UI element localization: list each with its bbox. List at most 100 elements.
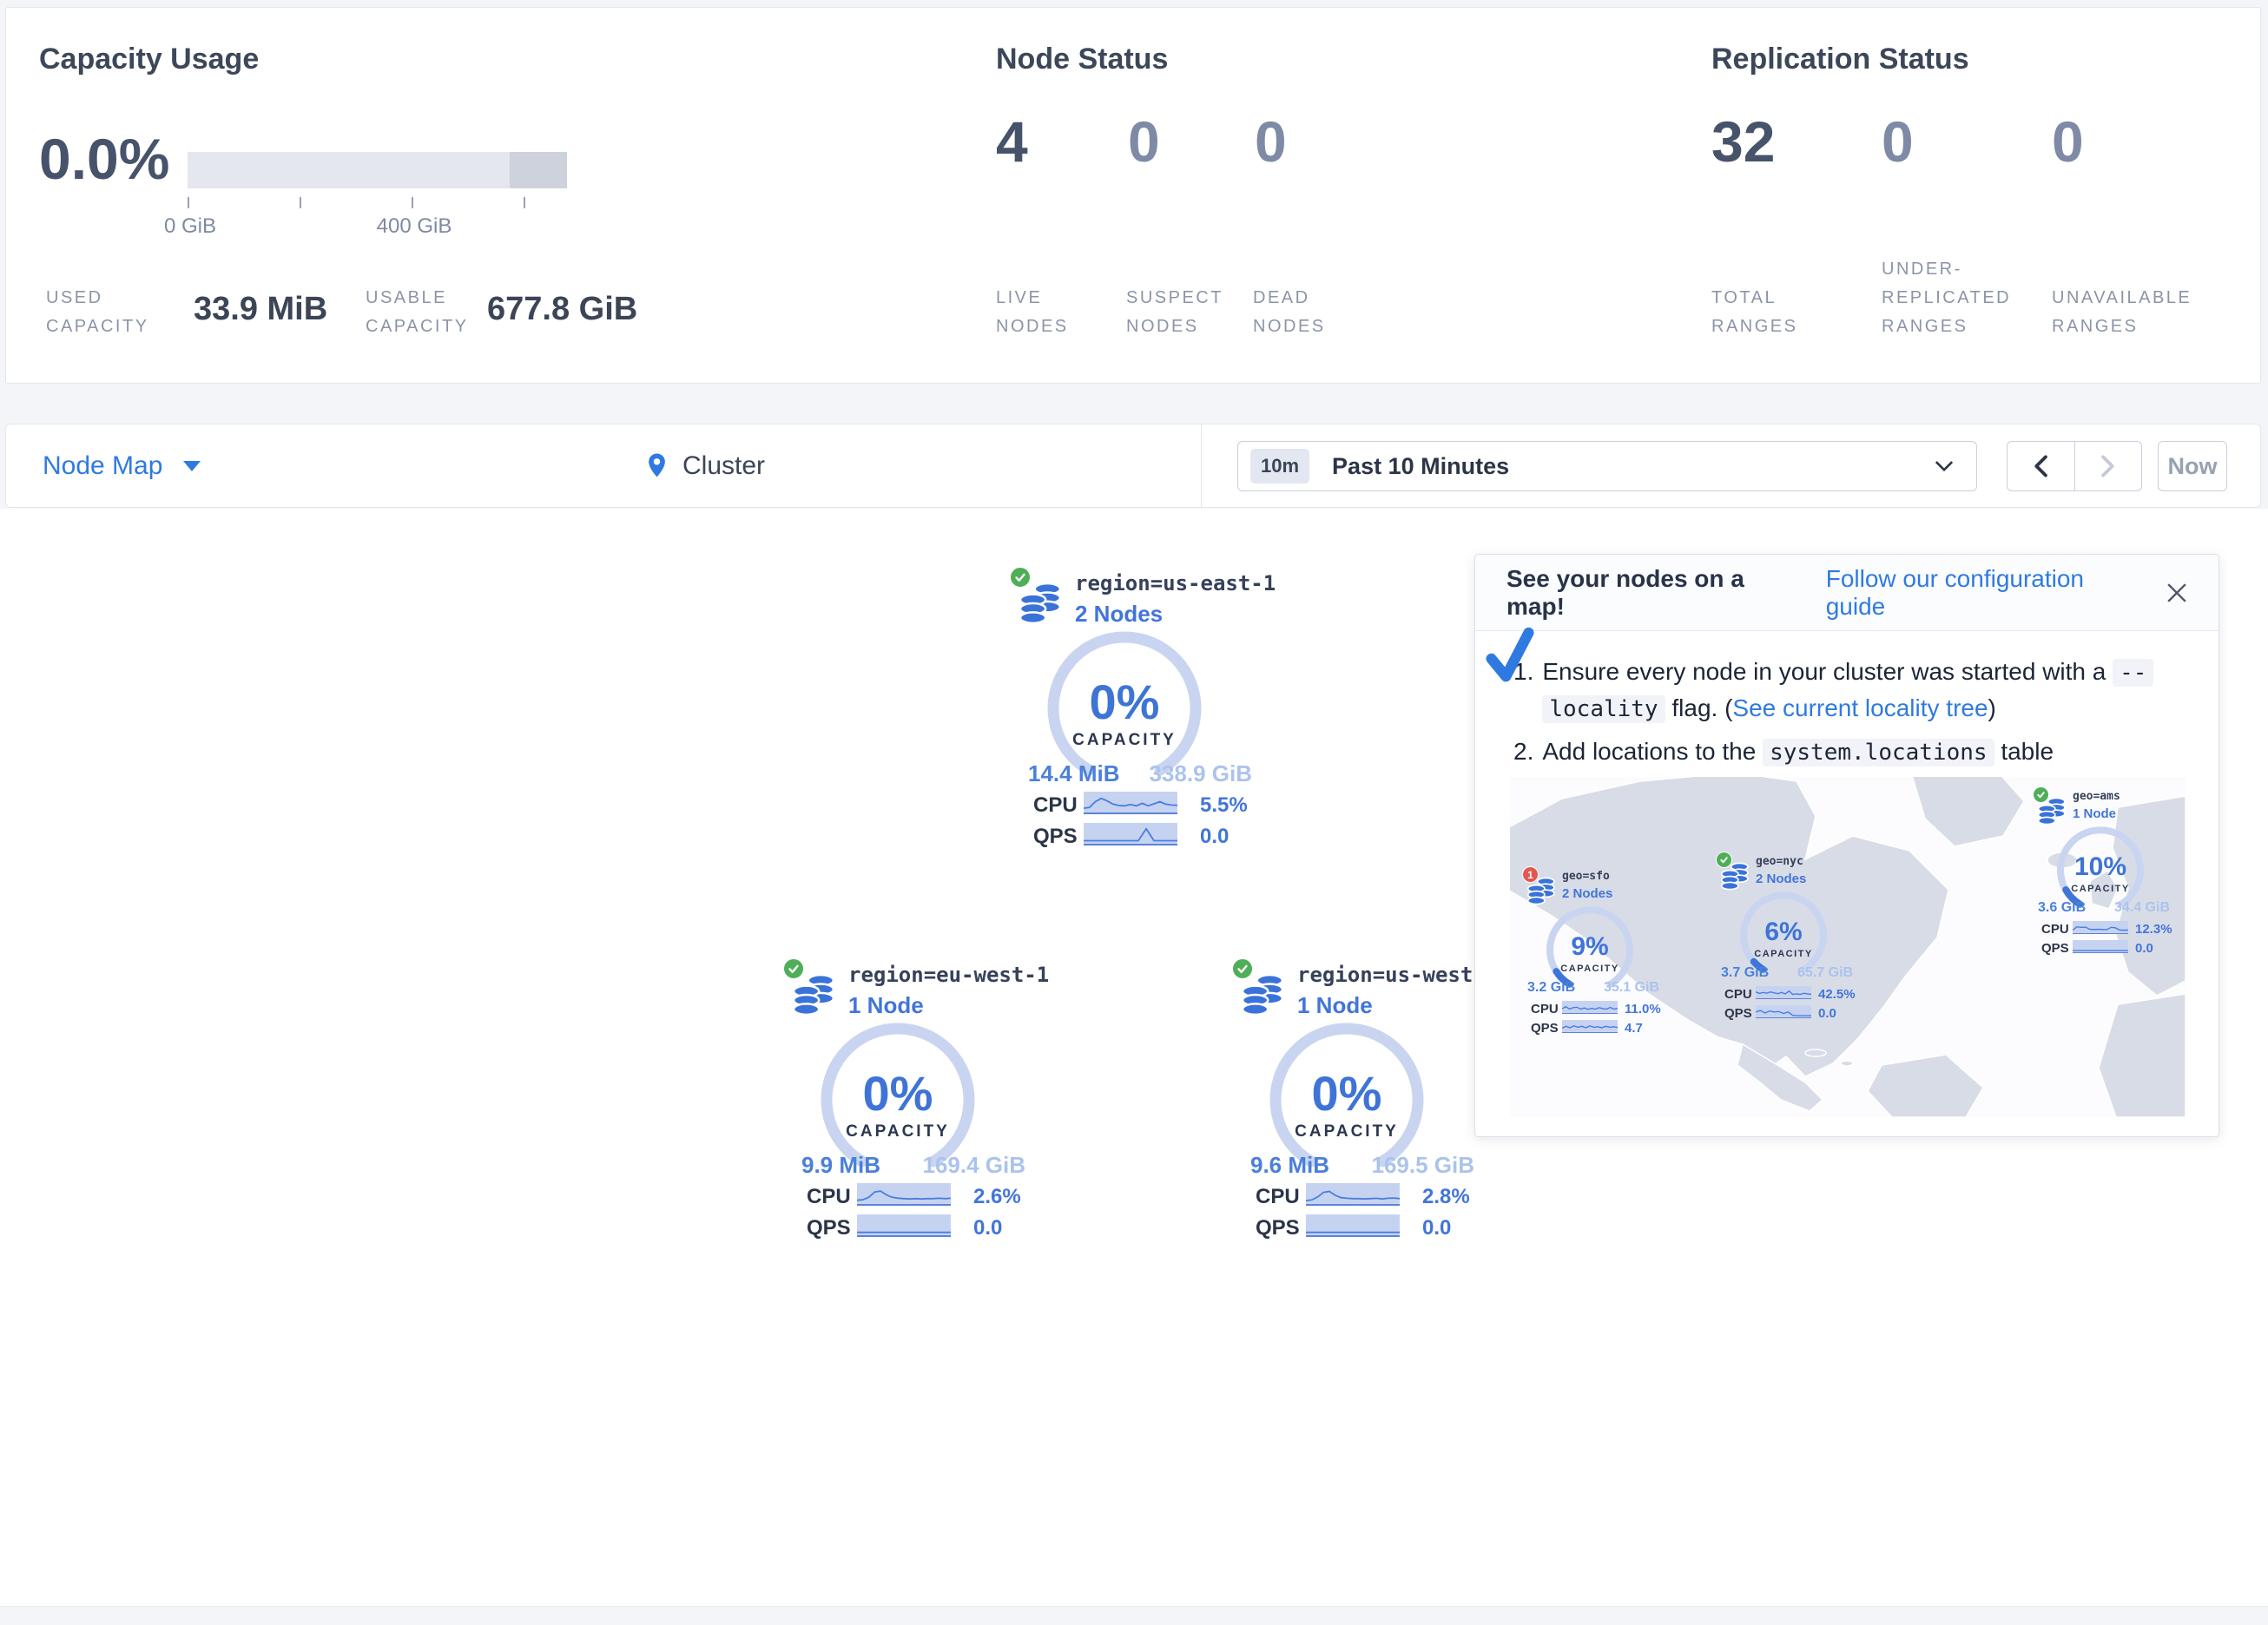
region-node-count: 2 Nodes (1756, 872, 1806, 886)
qps-label: QPS (807, 1216, 851, 1240)
nodes-stack-icon (1721, 862, 1750, 891)
qps-value: 0.0 (1422, 1216, 1451, 1240)
usable-capacity-value: 677.8 GiB (487, 291, 637, 328)
total-ranges-count: 32 (1711, 109, 1775, 174)
view-selector-dropdown[interactable]: Node Map (43, 424, 201, 507)
live-nodes-label: LIVE NODES (996, 284, 1109, 341)
region-node-count: 2 Nodes (1562, 886, 1612, 901)
map-node-geo-nyc: geo=nyc 2 Nodes 6% CAPACITY 3.7 GiB 65.7… (1716, 850, 1855, 1023)
map-node-geo-sfo: 1 geo=sfo 2 Nodes 9% CAPACITY 3.2 GiB 35… (1522, 865, 1661, 1038)
cpu-value: 5.5% (1200, 793, 1248, 818)
total-capacity: 34.4 GiB (2114, 900, 2170, 916)
used-capacity: 3.6 GiB (2038, 900, 2086, 916)
region-name: region=us-east-1 (1075, 571, 1276, 595)
nodes-stack-icon (1527, 877, 1556, 905)
capacity-gauge-label: CAPACITY (818, 1122, 978, 1141)
time-prev-button[interactable] (2008, 442, 2074, 490)
nodes-stack-icon (793, 973, 836, 1016)
capacity-tick (524, 197, 525, 208)
region-card-us-east-1[interactable]: region=us-east-1 2 Nodes 0% CAPACITY 14.… (1009, 561, 1263, 861)
time-range-badge: 10m (1250, 449, 1309, 484)
capacity-gauge-label: CAPACITY (2052, 884, 2149, 894)
capacity-usage-title: Capacity Usage (39, 43, 259, 76)
cpu-sparkline (2073, 921, 2128, 934)
view-toolbar: Node Map Cluster 10m Past 10 Minutes Now (5, 424, 2261, 508)
region-card-eu-west-1[interactable]: region=eu-west-1 1 Node 0% CAPACITY 9.9 … (782, 952, 1036, 1253)
time-range-dropdown[interactable]: 10m Past 10 Minutes (1237, 441, 1977, 491)
qps-label: QPS (1256, 1216, 1300, 1240)
chevron-down-icon (1935, 460, 1954, 472)
code-chip: -- (2113, 659, 2153, 687)
code-chip: system.locations (1763, 739, 1994, 766)
used-capacity: 3.7 GiB (1721, 965, 1769, 981)
page-footer-strip (0, 1606, 2268, 1625)
capacity-percent: 0.0% (39, 126, 169, 192)
qps-sparkline (1084, 823, 1177, 845)
qps-label: QPS (1724, 1006, 1752, 1021)
qps-value: 0.0 (1818, 1006, 1836, 1021)
cpu-sparkline (857, 1183, 951, 1206)
qps-sparkline (2073, 940, 2128, 953)
time-pager (2007, 441, 2142, 491)
region-node-count: 2 Nodes (1075, 601, 1163, 628)
region-card-us-west-1[interactable]: region=us-west-1 1 Node 0% CAPACITY 9.6 … (1231, 952, 1485, 1253)
dead-nodes-label: DEAD NODES (1253, 284, 1366, 341)
total-capacity: 169.4 GiB (922, 1152, 1025, 1179)
total-ranges-label: TOTAL RANGES (1711, 284, 1833, 341)
close-icon[interactable] (2166, 582, 2187, 603)
popup-header: See your nodes on a map! Follow our conf… (1475, 555, 2219, 631)
capacity-gauge-percent: 0% (818, 1065, 978, 1122)
qps-label: QPS (2041, 941, 2069, 956)
qps-value: 0.0 (1200, 825, 1229, 849)
used-capacity: 9.6 MiB (1250, 1152, 1329, 1179)
capacity-tick-label: 400 GiB (377, 214, 452, 239)
capacity-bar-unusable-segment (510, 152, 567, 188)
step-text: flag. ( (1665, 694, 1733, 721)
qps-sparkline (1756, 1005, 1811, 1018)
step-done-check-icon (1486, 626, 1534, 687)
region-name: geo=ams (2073, 790, 2120, 803)
usable-capacity-label: USABLE CAPACITY (366, 284, 504, 341)
toolbar-divider (1201, 424, 1202, 507)
configuration-guide-link[interactable]: Follow our configuration guide (1826, 565, 2144, 621)
cpu-label: CPU (2041, 922, 2069, 937)
nodes-stack-icon (2038, 797, 2067, 826)
time-next-button[interactable] (2075, 442, 2142, 490)
map-configuration-popup: See your nodes on a map! Follow our conf… (1474, 554, 2219, 1137)
locality-tree-link[interactable]: See current locality tree (1732, 694, 1988, 721)
healthy-badge-icon (1231, 957, 1254, 980)
cpu-value: 11.0% (1625, 1002, 1661, 1016)
cpu-sparkline (1306, 1183, 1400, 1206)
breadcrumb[interactable]: Cluster (645, 424, 765, 507)
replication-status-title: Replication Status (1711, 43, 1969, 76)
under-replicated-count: 0 (1882, 109, 1914, 174)
view-selector-label: Node Map (43, 451, 162, 481)
chevron-down-icon (183, 461, 201, 471)
cpu-label: CPU (807, 1185, 851, 1209)
cpu-sparkline (1756, 986, 1811, 999)
now-button[interactable]: Now (2158, 441, 2227, 491)
map-node-geo-ams: geo=ams 1 Node 10% CAPACITY 3.6 GiB 34.4… (2033, 785, 2172, 958)
region-node-count: 1 Node (1297, 992, 1373, 1019)
unavailable-count: 0 (2052, 109, 2084, 174)
nodes-stack-icon (1019, 582, 1063, 625)
region-name: geo=sfo (1562, 870, 1610, 883)
capacity-tick (412, 197, 413, 208)
total-capacity: 35.1 GiB (1604, 980, 1659, 996)
node-map-canvas: region=us-east-1 2 Nodes 0% CAPACITY 14.… (0, 509, 2268, 1606)
capacity-gauge-percent: 10% (2052, 852, 2149, 882)
cpu-sparkline (1562, 1001, 1618, 1014)
chevron-right-icon (2100, 455, 2116, 477)
region-name: geo=nyc (1756, 855, 1803, 868)
capacity-gauge-label: CAPACITY (1045, 731, 1204, 750)
qps-value: 4.7 (1625, 1021, 1643, 1036)
qps-value: 0.0 (973, 1216, 1002, 1240)
total-capacity: 65.7 GiB (1797, 965, 1853, 981)
capacity-gauge-percent: 0% (1267, 1065, 1427, 1122)
healthy-badge-icon (782, 957, 805, 980)
capacity-tick-label: 0 GiB (164, 214, 216, 239)
region-node-count: 1 Node (848, 992, 924, 1019)
qps-value: 0.0 (2135, 941, 2153, 956)
capacity-tick (188, 197, 189, 208)
capacity-bar (188, 152, 567, 188)
